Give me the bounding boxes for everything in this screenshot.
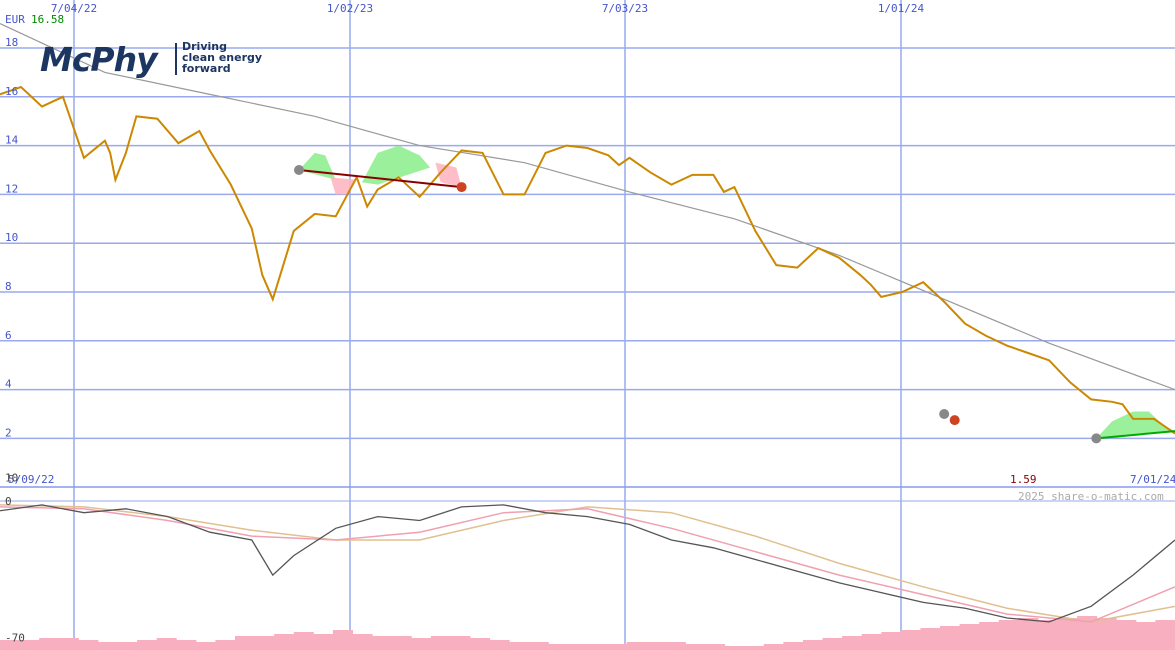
oscillator-signal-line bbox=[0, 506, 1175, 623]
volume-bar bbox=[156, 638, 177, 650]
volume-bar bbox=[607, 644, 628, 650]
y-tick-label: 12 bbox=[5, 182, 18, 195]
y-tick-label: 10 bbox=[5, 231, 18, 244]
volume-bar bbox=[842, 636, 863, 650]
volume-bar bbox=[646, 642, 667, 650]
signal-marker bbox=[939, 409, 950, 419]
price-line bbox=[0, 85, 1175, 435]
volume-bar bbox=[724, 646, 745, 650]
volume-bar bbox=[332, 630, 353, 650]
volume-bar bbox=[352, 634, 373, 650]
logo-divider bbox=[175, 43, 177, 75]
x-tick-label: 1/02/23 bbox=[327, 2, 373, 15]
trend-start-marker bbox=[293, 165, 304, 175]
volume-bar bbox=[1096, 618, 1117, 650]
volume-bar bbox=[1116, 620, 1137, 650]
volume-bar bbox=[705, 644, 726, 650]
volume-bar bbox=[959, 624, 980, 650]
volume-bar bbox=[1018, 618, 1039, 650]
logo-tagline-line: forward bbox=[182, 62, 231, 75]
y-axis-tick-labels: 2 4 6 8 10 12 14 16 18 bbox=[5, 36, 19, 439]
oscillator-tick-labels: 10 0 -70 bbox=[5, 472, 25, 645]
oscillator-tick-label: 10 bbox=[5, 472, 18, 485]
volume-bar bbox=[900, 630, 921, 650]
signal-marker bbox=[949, 415, 960, 426]
gain-area bbox=[298, 152, 336, 180]
volume-bar bbox=[783, 642, 804, 650]
volume-bar bbox=[979, 622, 1000, 650]
volume-bar bbox=[58, 638, 79, 650]
trend-end-marker bbox=[456, 182, 467, 193]
volume-bar bbox=[137, 640, 158, 650]
volume-bar bbox=[470, 638, 491, 650]
volume-bar bbox=[78, 640, 99, 650]
volume-bar bbox=[940, 626, 961, 650]
y-tick-label: 2 bbox=[5, 426, 12, 439]
volume-bar bbox=[450, 636, 471, 650]
y-tick-label: 18 bbox=[5, 36, 18, 49]
volume-bar bbox=[1135, 622, 1156, 650]
volume-bar bbox=[763, 644, 784, 650]
volume-bar bbox=[509, 642, 530, 650]
trend-lines bbox=[293, 165, 1175, 444]
volume-bar bbox=[97, 642, 118, 650]
volume-bar bbox=[39, 638, 60, 650]
volume-bar bbox=[313, 634, 334, 650]
volume-bar bbox=[254, 636, 275, 650]
min-value-label: 1.59 bbox=[1010, 473, 1037, 486]
price-panel: 24681012141618 7/04/22 1/02/23 7/03/23 1/01… bbox=[0, 0, 1175, 645]
y-tick-label: 6 bbox=[5, 329, 12, 342]
mcphy-logo: McPhy Driving clean energy forward bbox=[40, 40, 265, 80]
oscillator-tick-label: -70 bbox=[5, 632, 25, 645]
volume-bar bbox=[685, 644, 706, 650]
volume-bar bbox=[998, 620, 1019, 650]
volume-bar bbox=[626, 642, 647, 650]
volume-bar bbox=[548, 644, 569, 650]
logo-brand: McPhy bbox=[40, 40, 158, 79]
volume-bar bbox=[665, 642, 686, 650]
last-value-label: 16.58 bbox=[31, 13, 64, 26]
stock-chart: 24681012141618 7/04/22 1/02/23 7/03/23 1/01… bbox=[0, 0, 1175, 650]
volume-bar bbox=[567, 644, 588, 650]
volume-bar bbox=[1057, 618, 1078, 650]
volume-bar bbox=[195, 642, 216, 650]
y-tick-label: 16 bbox=[5, 85, 18, 98]
volume-bar bbox=[411, 638, 432, 650]
x-tick-label: 7/03/23 bbox=[602, 2, 648, 15]
volume-bar bbox=[391, 636, 412, 650]
volume-bar bbox=[822, 638, 843, 650]
end-date-label: 7/01/24 bbox=[1130, 473, 1175, 486]
volume-bar bbox=[1037, 620, 1058, 650]
currency-label: EUR bbox=[5, 13, 25, 26]
oscillator-panel: 10 0 -70 bbox=[0, 472, 1175, 650]
volume-bar bbox=[489, 640, 510, 650]
volume-bars bbox=[0, 616, 1175, 650]
volume-bar bbox=[1155, 620, 1175, 650]
logo-tagline: Driving clean energy forward bbox=[182, 41, 262, 74]
volume-bar bbox=[802, 640, 823, 650]
volume-bar bbox=[430, 636, 451, 650]
volume-bar bbox=[587, 644, 608, 650]
volume-bar bbox=[176, 640, 197, 650]
horizontal-gridlines bbox=[0, 47, 1175, 440]
volume-bar bbox=[744, 646, 765, 650]
x-tick-label: 1/01/24 bbox=[878, 2, 925, 15]
volume-bar bbox=[881, 632, 902, 650]
volume-bar bbox=[235, 636, 256, 650]
volume-bar bbox=[215, 640, 236, 650]
y-tick-label: 8 bbox=[5, 280, 12, 293]
volume-bar bbox=[117, 642, 138, 650]
oscillator-tick-label: 0 bbox=[5, 495, 12, 508]
volume-bar bbox=[372, 636, 393, 650]
volume-bar bbox=[528, 642, 549, 650]
y-tick-label: 14 bbox=[5, 134, 19, 147]
volume-bar bbox=[920, 628, 941, 650]
volume-bar bbox=[861, 634, 882, 650]
volume-bar bbox=[274, 634, 295, 650]
trend-start-marker bbox=[1091, 433, 1102, 444]
y-tick-label: 4 bbox=[5, 378, 12, 391]
x-axis-tick-labels: 7/04/22 1/02/23 7/03/23 1/01/24 bbox=[51, 2, 925, 15]
volume-bar bbox=[293, 632, 314, 650]
